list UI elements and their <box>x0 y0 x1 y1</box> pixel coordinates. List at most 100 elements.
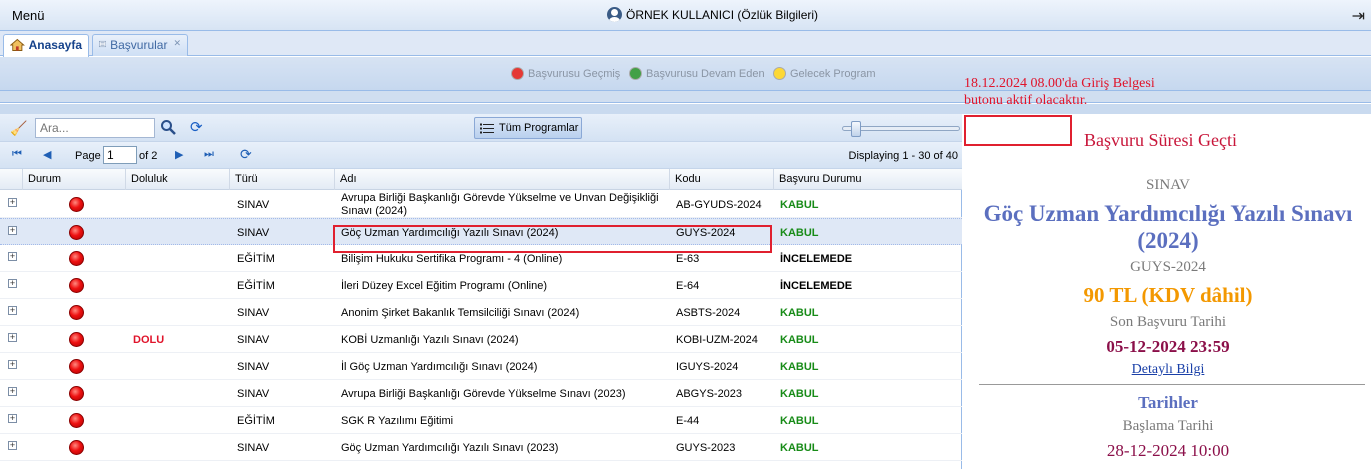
home-icon <box>10 38 25 51</box>
page-number-input[interactable] <box>103 146 137 164</box>
search-input[interactable] <box>35 118 155 138</box>
cell-kodu: E-44 <box>676 414 700 427</box>
list-icon <box>99 40 107 48</box>
next-page-icon[interactable]: ▶ <box>175 148 183 161</box>
cell-turu: SINAV <box>237 387 270 400</box>
program-title: Göç Uzman Yardımcılığı Yazılı Sınavı (20… <box>983 201 1353 253</box>
expand-icon[interactable]: + <box>8 198 17 207</box>
expand-icon[interactable]: + <box>8 252 17 261</box>
tab-label: Anasayfa <box>28 38 82 52</box>
user-label[interactable]: ÖRNEK KULLANICI (Özlük Bilgileri) <box>626 8 818 22</box>
status-red-icon <box>69 326 84 353</box>
table-row[interactable]: + SINAV Anonim Şirket Bakanlık Temsilcil… <box>0 299 962 326</box>
cell-basvuru-durumu: KABUL <box>780 441 819 454</box>
program-price: 90 TL (KDV dâhil) <box>1083 283 1253 307</box>
status-legend: Başvurusu Geçmiş Başvurusu Devam Eden Ge… <box>0 57 1371 91</box>
status-red-icon <box>69 434 84 461</box>
first-page-icon[interactable]: ⏮ <box>12 148 22 161</box>
table-row[interactable]: + EĞİTİM SGK R Yazılımı Eğitimi E-44 KAB… <box>0 407 962 434</box>
search-icon[interactable] <box>160 119 176 138</box>
status-red-icon <box>69 245 84 272</box>
column-header-doluluk[interactable]: Doluluk <box>125 169 229 190</box>
expand-icon[interactable]: + <box>8 360 17 369</box>
expand-icon[interactable]: + <box>8 306 17 315</box>
cell-adi: Göç Uzman Yardımcılığı Yazılı Sınavı (20… <box>341 226 559 239</box>
dates-header: Tarihler <box>1138 393 1198 412</box>
cell-turu: SINAV <box>237 441 270 454</box>
status-red-icon <box>69 380 84 407</box>
user-icon <box>607 7 622 22</box>
expand-icon[interactable]: + <box>8 441 17 450</box>
notice-line: butonu aktif olacaktır. <box>964 93 1088 108</box>
page-label: Page <box>75 150 101 162</box>
cell-basvuru-durumu: KABUL <box>780 306 819 319</box>
cell-kodu: E-63 <box>676 252 700 265</box>
cell-turu: EĞİTİM <box>237 252 275 265</box>
close-icon[interactable]: ✕ <box>173 38 181 49</box>
menu-button[interactable]: Menü <box>12 8 45 23</box>
prev-page-icon[interactable]: ◀ <box>43 148 51 161</box>
column-header-basvuru-durumu[interactable]: Başvuru Durumu <box>773 169 962 190</box>
user-profile-link[interactable]: ÖRNEK KULLANICI (Özlük Bilgileri) <box>607 7 818 22</box>
cell-kodu: ASBTS-2024 <box>676 306 741 319</box>
expand-icon[interactable]: + <box>8 333 17 342</box>
table-row[interactable]: + SINAV Avrupa Birliği Başkanlığı Görevd… <box>0 191 962 218</box>
expand-icon[interactable]: + <box>8 414 17 423</box>
status-red-icon <box>69 353 84 380</box>
detail-link[interactable]: Detaylı Bilgi <box>963 362 1371 378</box>
deadline-value: 05-12-2024 23:59 <box>1106 337 1230 356</box>
expand-icon[interactable]: + <box>8 226 17 235</box>
slider-thumb[interactable] <box>851 121 861 137</box>
red-dot-icon <box>511 67 524 80</box>
legend-label: Gelecek Program <box>790 67 876 80</box>
expand-icon[interactable]: + <box>8 387 17 396</box>
refresh-icon[interactable]: ⟳ <box>240 146 252 163</box>
table-row[interactable]: + EĞİTİM Bilişim Hukuku Sertifika Progra… <box>0 245 962 272</box>
program-detail-panel: Başvuru Süresi Geçti SINAV Göç Uzman Yar… <box>963 114 1371 469</box>
cell-kodu: KOBI-UZM-2024 <box>676 333 758 346</box>
program-type: SINAV <box>1146 177 1190 193</box>
legend-label: Başvurusu Geçmiş <box>528 67 621 80</box>
cell-basvuru-durumu: KABUL <box>780 387 819 400</box>
table-row[interactable]: + SINAV Avrupa Birliği Başkanlığı Görevd… <box>0 380 962 407</box>
last-page-icon[interactable]: ⏭ <box>204 148 214 161</box>
cell-turu: SINAV <box>237 306 270 319</box>
column-header-kodu[interactable]: Kodu <box>669 169 773 190</box>
tab-anasayfa[interactable]: Anasayfa <box>3 34 89 57</box>
notice-line: 18.12.2024 08.00'da Giriş Belgesi <box>964 76 1155 91</box>
table-row[interactable]: + DOLU SINAV KOBİ Uzmanlığı Yazılı Sınav… <box>0 326 962 353</box>
logout-icon[interactable]: ⇥ <box>1352 6 1365 26</box>
cell-basvuru-durumu: KABUL <box>780 414 819 427</box>
tab-strip: Anasayfa Başvurular ✕ <box>0 31 1371 57</box>
clear-filter-icon[interactable]: 🧹 <box>10 120 27 137</box>
cell-turu: EĞİTİM <box>237 414 275 427</box>
table-row[interactable]: + SINAV İl Göç Uzman Yardımcılığı Sınavı… <box>0 353 962 380</box>
top-bar: Menü ÖRNEK KULLANICI (Özlük Bilgileri) ⇥ <box>0 0 1371 31</box>
panel-size-slider[interactable] <box>842 121 960 137</box>
refresh-icon[interactable]: ⟳ <box>190 118 203 136</box>
column-header-turu[interactable]: Türü <box>229 169 334 190</box>
all-programs-button[interactable]: Tüm Programlar <box>474 117 582 139</box>
cell-adi: KOBİ Uzmanlığı Yazılı Sınavı (2024) <box>341 333 519 346</box>
column-header-durum[interactable]: Durum <box>22 169 125 190</box>
cell-adi: Bilişim Hukuku Sertifika Programı - 4 (O… <box>341 252 563 265</box>
tab-label: Başvurular <box>110 38 168 52</box>
tab-basvurular[interactable]: Başvurular ✕ <box>92 34 188 56</box>
cell-adi: Avrupa Birliği Başkanlığı Görevde Yüksel… <box>341 387 626 400</box>
pager: ⏮ ◀ Page of 2 ▶ ⏭ ⟳ Displaying 1 - 30 of… <box>0 142 962 169</box>
table-row[interactable]: + SINAV Göç Uzman Yardımcılığı Yazılı Sı… <box>0 434 962 461</box>
expander-column <box>0 169 22 190</box>
cell-kodu: AB-GYUDS-2024 <box>676 198 762 211</box>
table-row[interactable]: + EĞİTİM İleri Düzey Excel Eğitim Progra… <box>0 272 962 299</box>
entry-document-button-placeholder[interactable] <box>964 115 1072 146</box>
deadline-label: Son Başvuru Tarihi <box>1109 314 1227 330</box>
status-red-icon <box>69 407 84 434</box>
table-row-selected[interactable]: + SINAV Göç Uzman Yardımcılığı Yazılı Sı… <box>0 218 962 245</box>
cell-turu: SINAV <box>237 333 270 346</box>
column-header-adi[interactable]: Adı <box>334 169 669 190</box>
program-code: GUYS-2024 <box>1130 259 1206 275</box>
cell-basvuru-durumu: KABUL <box>780 198 819 211</box>
expand-icon[interactable]: + <box>8 279 17 288</box>
grid-header: Durum Doluluk Türü Adı Kodu Başvuru Duru… <box>0 169 962 190</box>
green-dot-icon <box>629 67 642 80</box>
